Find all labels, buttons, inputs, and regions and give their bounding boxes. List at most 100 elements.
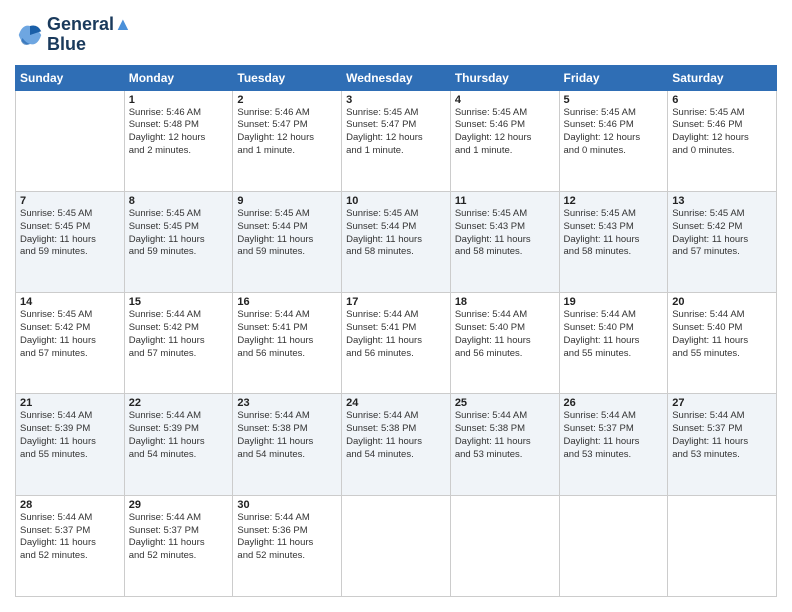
day-number: 5 [564, 94, 664, 106]
day-number: 16 [237, 296, 337, 308]
day-header-sunday: Sunday [16, 65, 125, 90]
day-number: 17 [346, 296, 446, 308]
calendar-cell: 1Sunrise: 5:46 AM Sunset: 5:48 PM Daylig… [124, 90, 233, 191]
calendar-cell [559, 495, 668, 596]
day-number: 15 [129, 296, 229, 308]
calendar-cell: 18Sunrise: 5:44 AM Sunset: 5:40 PM Dayli… [450, 293, 559, 394]
cell-info: Sunrise: 5:45 AM Sunset: 5:42 PM Dayligh… [20, 309, 120, 360]
cell-info: Sunrise: 5:44 AM Sunset: 5:41 PM Dayligh… [237, 309, 337, 360]
day-number: 19 [564, 296, 664, 308]
cell-info: Sunrise: 5:45 AM Sunset: 5:47 PM Dayligh… [346, 107, 446, 158]
header: General▲ Blue [15, 15, 777, 55]
calendar-cell: 11Sunrise: 5:45 AM Sunset: 5:43 PM Dayli… [450, 191, 559, 292]
cell-info: Sunrise: 5:44 AM Sunset: 5:40 PM Dayligh… [564, 309, 664, 360]
cell-info: Sunrise: 5:44 AM Sunset: 5:39 PM Dayligh… [129, 410, 229, 461]
cell-info: Sunrise: 5:44 AM Sunset: 5:42 PM Dayligh… [129, 309, 229, 360]
cell-info: Sunrise: 5:45 AM Sunset: 5:45 PM Dayligh… [129, 208, 229, 259]
calendar-cell: 30Sunrise: 5:44 AM Sunset: 5:36 PM Dayli… [233, 495, 342, 596]
day-header-tuesday: Tuesday [233, 65, 342, 90]
day-number: 22 [129, 397, 229, 409]
calendar-cell: 29Sunrise: 5:44 AM Sunset: 5:37 PM Dayli… [124, 495, 233, 596]
day-number: 3 [346, 94, 446, 106]
calendar-table: SundayMondayTuesdayWednesdayThursdayFrid… [15, 65, 777, 597]
day-number: 29 [129, 499, 229, 511]
calendar-cell: 9Sunrise: 5:45 AM Sunset: 5:44 PM Daylig… [233, 191, 342, 292]
day-header-monday: Monday [124, 65, 233, 90]
calendar-cell [342, 495, 451, 596]
calendar-cell: 24Sunrise: 5:44 AM Sunset: 5:38 PM Dayli… [342, 394, 451, 495]
cell-info: Sunrise: 5:45 AM Sunset: 5:45 PM Dayligh… [20, 208, 120, 259]
cell-info: Sunrise: 5:45 AM Sunset: 5:46 PM Dayligh… [672, 107, 772, 158]
logo: General▲ Blue [15, 15, 132, 55]
cell-info: Sunrise: 5:45 AM Sunset: 5:46 PM Dayligh… [455, 107, 555, 158]
day-number: 12 [564, 195, 664, 207]
calendar-cell: 5Sunrise: 5:45 AM Sunset: 5:46 PM Daylig… [559, 90, 668, 191]
cell-info: Sunrise: 5:44 AM Sunset: 5:38 PM Dayligh… [455, 410, 555, 461]
day-number: 9 [237, 195, 337, 207]
day-number: 18 [455, 296, 555, 308]
calendar-cell: 8Sunrise: 5:45 AM Sunset: 5:45 PM Daylig… [124, 191, 233, 292]
calendar-cell: 10Sunrise: 5:45 AM Sunset: 5:44 PM Dayli… [342, 191, 451, 292]
calendar-cell: 12Sunrise: 5:45 AM Sunset: 5:43 PM Dayli… [559, 191, 668, 292]
cell-info: Sunrise: 5:46 AM Sunset: 5:48 PM Dayligh… [129, 107, 229, 158]
day-number: 13 [672, 195, 772, 207]
day-number: 28 [20, 499, 120, 511]
calendar-cell [16, 90, 125, 191]
calendar-cell: 28Sunrise: 5:44 AM Sunset: 5:37 PM Dayli… [16, 495, 125, 596]
calendar-cell: 13Sunrise: 5:45 AM Sunset: 5:42 PM Dayli… [668, 191, 777, 292]
cell-info: Sunrise: 5:44 AM Sunset: 5:41 PM Dayligh… [346, 309, 446, 360]
calendar-week-5: 28Sunrise: 5:44 AM Sunset: 5:37 PM Dayli… [16, 495, 777, 596]
calendar-cell: 27Sunrise: 5:44 AM Sunset: 5:37 PM Dayli… [668, 394, 777, 495]
cell-info: Sunrise: 5:44 AM Sunset: 5:36 PM Dayligh… [237, 512, 337, 563]
cell-info: Sunrise: 5:45 AM Sunset: 5:42 PM Dayligh… [672, 208, 772, 259]
day-header-friday: Friday [559, 65, 668, 90]
logo-icon [15, 20, 45, 50]
day-header-saturday: Saturday [668, 65, 777, 90]
day-number: 26 [564, 397, 664, 409]
calendar-week-1: 1Sunrise: 5:46 AM Sunset: 5:48 PM Daylig… [16, 90, 777, 191]
calendar-week-2: 7Sunrise: 5:45 AM Sunset: 5:45 PM Daylig… [16, 191, 777, 292]
cell-info: Sunrise: 5:44 AM Sunset: 5:40 PM Dayligh… [672, 309, 772, 360]
calendar-cell: 15Sunrise: 5:44 AM Sunset: 5:42 PM Dayli… [124, 293, 233, 394]
day-number: 10 [346, 195, 446, 207]
day-number: 20 [672, 296, 772, 308]
calendar-week-4: 21Sunrise: 5:44 AM Sunset: 5:39 PM Dayli… [16, 394, 777, 495]
calendar-cell: 22Sunrise: 5:44 AM Sunset: 5:39 PM Dayli… [124, 394, 233, 495]
cell-info: Sunrise: 5:45 AM Sunset: 5:44 PM Dayligh… [237, 208, 337, 259]
cell-info: Sunrise: 5:45 AM Sunset: 5:44 PM Dayligh… [346, 208, 446, 259]
day-number: 8 [129, 195, 229, 207]
day-number: 4 [455, 94, 555, 106]
calendar-cell: 17Sunrise: 5:44 AM Sunset: 5:41 PM Dayli… [342, 293, 451, 394]
calendar-cell: 23Sunrise: 5:44 AM Sunset: 5:38 PM Dayli… [233, 394, 342, 495]
cell-info: Sunrise: 5:46 AM Sunset: 5:47 PM Dayligh… [237, 107, 337, 158]
calendar-week-3: 14Sunrise: 5:45 AM Sunset: 5:42 PM Dayli… [16, 293, 777, 394]
calendar-cell: 7Sunrise: 5:45 AM Sunset: 5:45 PM Daylig… [16, 191, 125, 292]
calendar-cell: 16Sunrise: 5:44 AM Sunset: 5:41 PM Dayli… [233, 293, 342, 394]
day-number: 30 [237, 499, 337, 511]
day-header-wednesday: Wednesday [342, 65, 451, 90]
cell-info: Sunrise: 5:44 AM Sunset: 5:38 PM Dayligh… [237, 410, 337, 461]
day-number: 27 [672, 397, 772, 409]
day-number: 23 [237, 397, 337, 409]
calendar-cell: 2Sunrise: 5:46 AM Sunset: 5:47 PM Daylig… [233, 90, 342, 191]
calendar-cell: 19Sunrise: 5:44 AM Sunset: 5:40 PM Dayli… [559, 293, 668, 394]
day-number: 2 [237, 94, 337, 106]
calendar-cell: 25Sunrise: 5:44 AM Sunset: 5:38 PM Dayli… [450, 394, 559, 495]
cell-info: Sunrise: 5:44 AM Sunset: 5:37 PM Dayligh… [129, 512, 229, 563]
calendar-cell: 4Sunrise: 5:45 AM Sunset: 5:46 PM Daylig… [450, 90, 559, 191]
day-number: 7 [20, 195, 120, 207]
day-header-thursday: Thursday [450, 65, 559, 90]
day-number: 25 [455, 397, 555, 409]
cell-info: Sunrise: 5:44 AM Sunset: 5:38 PM Dayligh… [346, 410, 446, 461]
day-number: 14 [20, 296, 120, 308]
cell-info: Sunrise: 5:44 AM Sunset: 5:37 PM Dayligh… [672, 410, 772, 461]
calendar-cell [668, 495, 777, 596]
calendar-header-row: SundayMondayTuesdayWednesdayThursdayFrid… [16, 65, 777, 90]
day-number: 1 [129, 94, 229, 106]
cell-info: Sunrise: 5:44 AM Sunset: 5:40 PM Dayligh… [455, 309, 555, 360]
logo-text: General▲ Blue [47, 15, 132, 55]
calendar-cell: 20Sunrise: 5:44 AM Sunset: 5:40 PM Dayli… [668, 293, 777, 394]
day-number: 6 [672, 94, 772, 106]
cell-info: Sunrise: 5:44 AM Sunset: 5:37 PM Dayligh… [20, 512, 120, 563]
cell-info: Sunrise: 5:45 AM Sunset: 5:43 PM Dayligh… [564, 208, 664, 259]
